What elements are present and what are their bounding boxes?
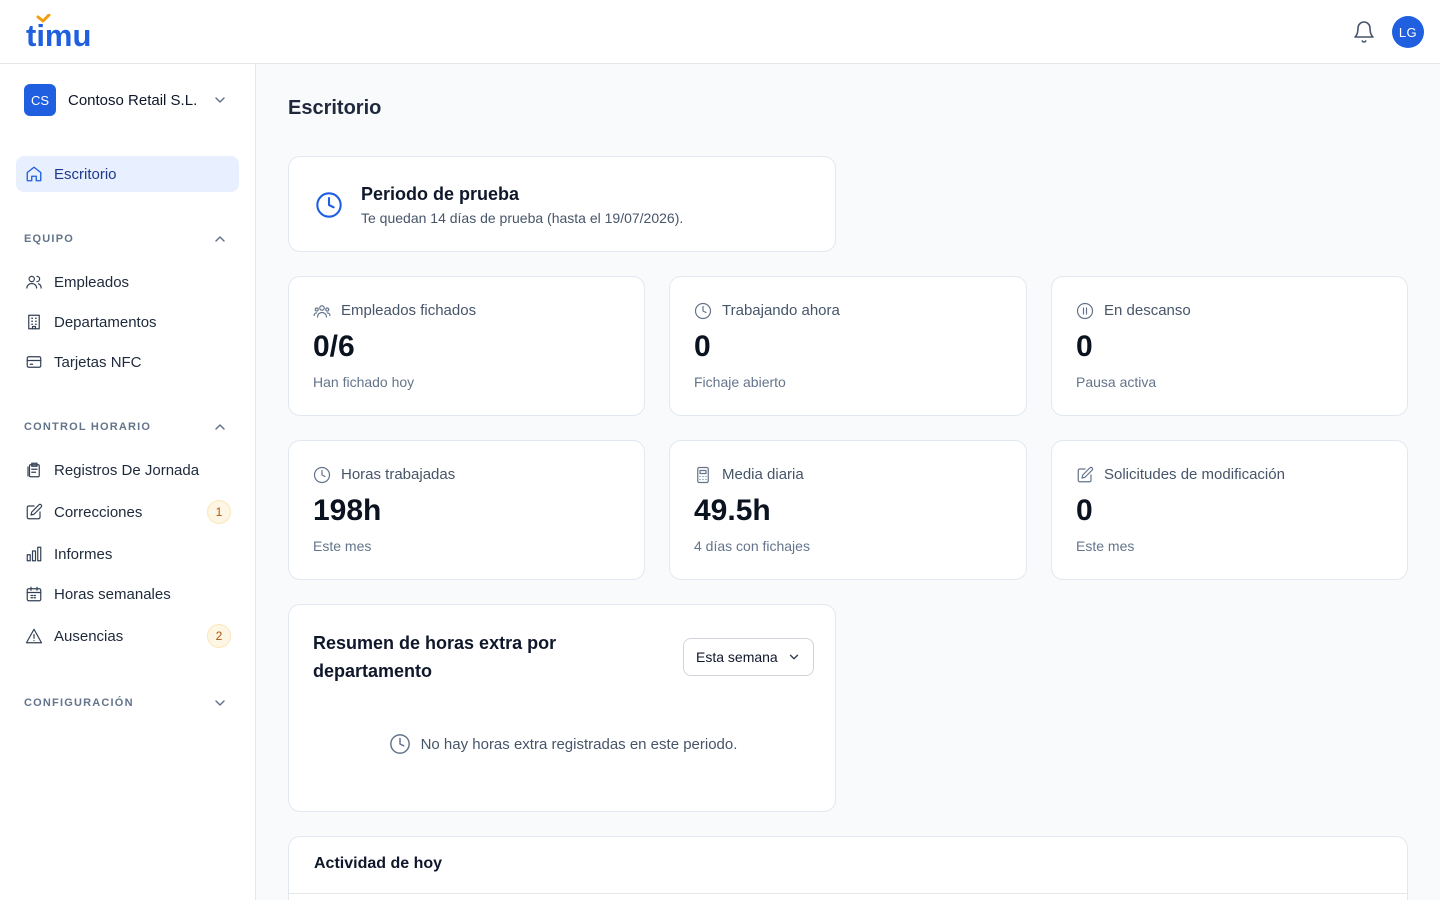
overtime-title: Resumen de horas extra por departamento	[313, 633, 557, 681]
stat-value: 0	[1076, 330, 1093, 363]
stat-card-empleados-fichados[interactable]: Empleados fichados 0/6 Han fichado hoy	[288, 276, 645, 416]
clipboard-icon	[24, 460, 44, 480]
stat-subtext: Fichaje abierto	[694, 374, 786, 390]
divider	[289, 893, 1407, 894]
sidebar-item-empleados[interactable]: Empleados	[16, 264, 239, 300]
stat-label: En descanso	[1104, 302, 1191, 319]
warning-icon	[24, 626, 44, 646]
bar-chart-icon	[24, 544, 44, 564]
sidebar-item-ausencias[interactable]: Ausencias 2	[16, 618, 239, 654]
today-activity-card: Actividad de hoy	[288, 836, 1408, 900]
clock-icon	[694, 302, 712, 320]
user-avatar[interactable]: LG	[1392, 16, 1424, 48]
stat-value: 49.5h	[694, 494, 771, 527]
timu-logo[interactable]: timu	[26, 14, 100, 50]
chevron-up-icon	[215, 236, 225, 242]
sidebar-item-label: Informes	[54, 545, 113, 563]
chevron-up-icon	[215, 424, 225, 430]
stat-card-trabajando-ahora[interactable]: Trabajando ahora 0 Fichaje abierto	[669, 276, 1027, 416]
sidebar-item-label: Registros De Jornada	[54, 461, 200, 479]
org-avatar: CS	[24, 84, 56, 116]
notifications-bell-icon[interactable]	[1352, 20, 1376, 44]
overtime-empty-state: No hay horas extra registradas en este p…	[289, 733, 837, 755]
stat-label: Solicitudes de modificación	[1104, 466, 1285, 483]
stat-subtext: Han fichado hoy	[313, 374, 415, 390]
sidebar-item-label: Tarjetas NFC	[54, 353, 142, 371]
clock-icon	[313, 466, 331, 484]
stat-card-solicitudes-modificacion[interactable]: Solicitudes de modificación 0 Este mes	[1051, 440, 1408, 580]
stat-card-en-descanso[interactable]: En descanso 0 Pausa activa	[1051, 276, 1408, 416]
section-title: CONFIGURACIÓN	[24, 697, 134, 709]
stat-label: Horas trabajadas	[341, 466, 456, 483]
stat-card-media-diaria[interactable]: Media diaria 49.5h 4 días con fichajes	[669, 440, 1027, 580]
period-select-value: Esta semana	[696, 649, 778, 665]
sidebar-item-informes[interactable]: Informes	[16, 536, 239, 572]
overtime-summary-card: Resumen de horas extra por departamento …	[288, 604, 836, 812]
stat-value: 0	[1076, 494, 1093, 527]
pause-icon	[1076, 302, 1094, 320]
sidebar-item-label: Empleados	[54, 273, 130, 291]
stat-subtext: Este mes	[313, 538, 372, 554]
stat-label: Trabajando ahora	[722, 302, 840, 319]
sidebar-item-label: Ausencias	[54, 627, 124, 645]
edit-icon	[1077, 466, 1094, 483]
users-icon	[24, 272, 44, 292]
clock-icon	[389, 734, 410, 754]
calculator-icon	[697, 466, 709, 484]
calendar-icon	[24, 584, 44, 604]
stat-subtext: 4 días con fichajes	[694, 538, 810, 554]
stat-subtext: Pausa activa	[1076, 374, 1157, 390]
stat-label: Empleados fichados	[341, 302, 477, 319]
sidebar-item-tarjetas-nfc[interactable]: Tarjetas NFC	[16, 344, 239, 380]
sidebar-item-label: Departamentos	[54, 313, 157, 331]
section-configuracion-header[interactable]: CONFIGURACIÓN	[24, 695, 232, 711]
section-equipo-header[interactable]: EQUIPO	[24, 231, 232, 247]
period-select[interactable]: Esta semana	[683, 638, 814, 676]
sidebar-item-label: Escritorio	[54, 165, 117, 183]
svg-text:timu: timu	[26, 18, 91, 50]
chevron-down-icon	[215, 97, 225, 103]
stat-value: 0	[694, 330, 711, 363]
clock-icon	[316, 192, 342, 218]
stat-label: Media diaria	[722, 466, 804, 483]
org-switcher[interactable]: CS Contoso Retail S.L.	[24, 84, 232, 116]
building-icon	[24, 312, 44, 332]
stat-subtext: Este mes	[1076, 538, 1135, 554]
trial-title: Periodo de prueba	[361, 184, 520, 204]
trial-banner: Periodo de prueba Te quedan 14 días de p…	[288, 156, 836, 252]
stat-card-horas-trabajadas[interactable]: Horas trabajadas 198h Este mes	[288, 440, 645, 580]
stat-value: 0/6	[313, 330, 355, 363]
stat-value: 198h	[313, 494, 382, 527]
sidebar-item-correcciones[interactable]: Correcciones 1	[16, 494, 239, 530]
section-title: EQUIPO	[24, 233, 74, 245]
sidebar: CS Contoso Retail S.L. Escritorio EQUIPO…	[0, 64, 256, 900]
section-title: CONTROL HORARIO	[24, 421, 152, 433]
card-icon	[24, 352, 44, 372]
count-badge: 2	[207, 624, 231, 648]
sidebar-item-departamentos[interactable]: Departamentos	[16, 304, 239, 340]
top-bar: timu LG	[0, 0, 1440, 64]
empty-message: No hay horas extra registradas en este p…	[420, 735, 738, 753]
users-icon	[313, 305, 331, 318]
trial-subtitle: Te quedan 14 días de prueba (hasta el 19…	[361, 210, 684, 226]
sidebar-item-horas-semanales[interactable]: Horas semanales	[16, 576, 239, 612]
sidebar-item-label: Horas semanales	[54, 585, 171, 603]
activity-title: Actividad de hoy	[314, 855, 443, 872]
sidebar-item-registros-de-jornada[interactable]: Registros De Jornada	[16, 452, 239, 488]
sidebar-item-escritorio[interactable]: Escritorio	[16, 156, 239, 192]
edit-icon	[24, 502, 44, 522]
sidebar-item-label: Correcciones	[54, 503, 143, 521]
section-control-horario-header[interactable]: CONTROL HORARIO	[24, 419, 232, 435]
org-name: Contoso Retail S.L.	[68, 91, 198, 109]
page-title: Escritorio	[288, 97, 382, 119]
chevron-down-icon	[789, 654, 799, 660]
home-icon	[24, 164, 44, 184]
chevron-down-icon	[215, 700, 225, 706]
count-badge: 1	[207, 500, 231, 524]
